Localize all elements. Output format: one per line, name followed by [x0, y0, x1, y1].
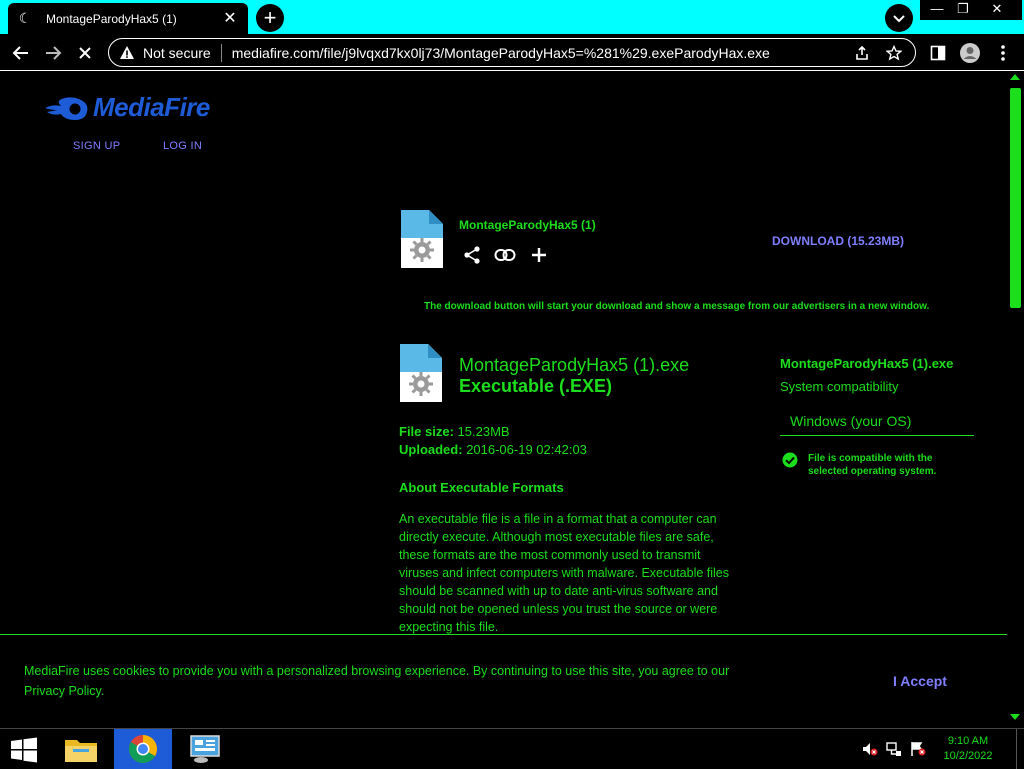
- about-text: An executable file is a file in a format…: [399, 512, 730, 634]
- about-title: About Executable Formats: [399, 480, 564, 495]
- back-arrow-icon: [12, 46, 28, 60]
- chrome-button[interactable]: [114, 729, 172, 769]
- scroll-thumb[interactable]: [1010, 88, 1021, 308]
- network-icon[interactable]: [886, 741, 902, 757]
- download-button[interactable]: DOWNLOAD (15.23MB): [772, 234, 904, 248]
- file-full-name: MontageParodyHax5 (1).exe: [459, 355, 690, 375]
- flag-icon[interactable]: [910, 741, 926, 757]
- uploaded-row: Uploaded: 2016-06-19 02:42:03: [399, 442, 587, 457]
- chevron-down-icon: [893, 15, 905, 23]
- warning-icon: [120, 45, 134, 59]
- file-size-value: 15.23MB: [457, 424, 510, 439]
- logo-text: MediaFire: [93, 92, 210, 122]
- browser-tab[interactable]: ☾ MontageParodyHax5 (1) ✕: [8, 3, 248, 34]
- uploaded-value: 2016-06-19 02:42:03: [466, 442, 587, 457]
- menu-dots-icon[interactable]: [990, 40, 1016, 66]
- control-panel-button[interactable]: [176, 729, 234, 769]
- mediafire-logo[interactable]: MediaFire: [43, 92, 210, 123]
- tab-search-button[interactable]: [885, 4, 913, 32]
- tab-title: MontageParodyHax5 (1): [46, 11, 177, 26]
- sidebar-icon[interactable]: [925, 40, 951, 66]
- stop-button[interactable]: [72, 40, 98, 66]
- star-icon[interactable]: [883, 42, 905, 64]
- share-page-icon[interactable]: [851, 42, 873, 64]
- scroll-down-arrow[interactable]: [1010, 714, 1020, 720]
- compat-title: System compatibility: [780, 379, 899, 394]
- compat-note: File is compatible with the selected ope…: [808, 453, 937, 477]
- taskbar: 9:10 AM 10/2/2022: [0, 728, 1024, 769]
- file-header-name: MontageParodyHax5 (1): [459, 218, 596, 232]
- file-explorer-icon: [65, 740, 97, 762]
- back-button[interactable]: [8, 40, 34, 66]
- clock-time: 9:10 AM: [947, 735, 989, 747]
- cookie-text: MediaFire uses cookies to provide you wi…: [24, 664, 730, 698]
- stop-icon: [79, 47, 91, 59]
- uploaded-label: Uploaded:: [399, 442, 463, 457]
- file-size-label: File size:: [399, 424, 454, 439]
- page-content: MediaFire SIGN UP LOG IN MontageParodyHa…: [0, 72, 1024, 728]
- close-window-button[interactable]: ✕: [972, 0, 1022, 20]
- file-explorer-button[interactable]: [52, 729, 110, 769]
- control-panel-icon: [190, 735, 220, 763]
- loading-favicon: ☾: [18, 10, 32, 26]
- tab-close-icon[interactable]: ✕: [222, 10, 238, 27]
- check-circle-icon: [782, 452, 798, 468]
- os-select[interactable]: Windows (your OS): [780, 408, 974, 436]
- volume-icon[interactable]: [862, 741, 878, 757]
- forward-button[interactable]: [40, 40, 66, 66]
- browser-toolbar: Not secure mediafire.com/file/j9lvqxd7kx…: [0, 34, 1024, 71]
- page-scrollbar[interactable]: [1007, 72, 1024, 728]
- profile-icon[interactable]: [957, 40, 983, 66]
- sign-up-link[interactable]: SIGN UP: [73, 140, 120, 152]
- flame-logo-icon: [45, 96, 88, 120]
- file-gear-icon: [400, 344, 442, 402]
- clock-date: 10/2/2022: [943, 750, 993, 762]
- browser-tab-bar: ☾ MontageParodyHax5 (1) ✕ + — ❐ ✕: [0, 0, 1024, 34]
- new-tab-button[interactable]: +: [256, 4, 284, 32]
- link-icon[interactable]: [494, 244, 516, 266]
- log-in-link[interactable]: LOG IN: [163, 140, 202, 152]
- plus-icon[interactable]: [528, 244, 550, 266]
- forward-arrow-icon: [46, 46, 62, 60]
- system-clock[interactable]: 9:10 AM 10/2/2022: [940, 734, 996, 764]
- accept-cookies-button[interactable]: I Accept: [893, 673, 947, 689]
- cookie-banner: MediaFire uses cookies to provide you wi…: [0, 634, 1007, 728]
- download-note: The download button will start your down…: [424, 301, 930, 312]
- address-bar[interactable]: Not secure mediafire.com/file/j9lvqxd7kx…: [108, 38, 916, 67]
- scroll-up-arrow[interactable]: [1010, 74, 1020, 80]
- show-desktop-button[interactable]: [1016, 729, 1024, 769]
- omnibox-divider: [220, 43, 222, 62]
- share-icon[interactable]: [461, 244, 483, 266]
- url-text[interactable]: mediafire.com/file/j9lvqxd7kx0lj73/Monta…: [232, 45, 851, 61]
- chrome-icon: [129, 735, 157, 763]
- not-secure-label[interactable]: Not secure: [143, 45, 211, 61]
- sidebar-file-name: MontageParodyHax5 (1).exe: [780, 356, 954, 371]
- file-gear-icon: [401, 210, 443, 268]
- file-size-row: File size: 15.23MB: [399, 424, 510, 439]
- file-type: Executable (.EXE): [459, 376, 613, 396]
- windows-start-icon[interactable]: [10, 737, 38, 763]
